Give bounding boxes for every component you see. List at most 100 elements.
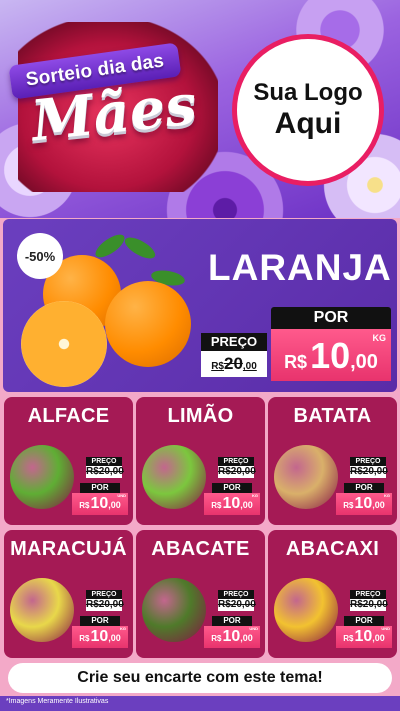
product-card: ABACATE PREÇO R$20,00 POR R$ 10 ,00 UND bbox=[136, 530, 265, 658]
old-price: R$20,00 bbox=[350, 599, 388, 611]
new-price-label: POR bbox=[80, 483, 120, 493]
orange-icon bbox=[105, 281, 191, 367]
price-unit: KG bbox=[372, 333, 387, 343]
old-price-label: PREÇO bbox=[86, 457, 122, 466]
new-price-dec: ,00 bbox=[240, 633, 253, 643]
product-name: ABACATE bbox=[151, 538, 250, 560]
new-price-label: POR bbox=[344, 483, 384, 493]
new-price-int: 10 bbox=[222, 495, 241, 512]
new-price: R$ 10 ,00 UND bbox=[204, 626, 260, 648]
new-price: R$ 10 ,00 UND bbox=[72, 493, 128, 515]
new-price-int: 10 bbox=[90, 628, 109, 645]
logo-line-1: Sua Logo bbox=[253, 79, 363, 107]
product-name: ABACAXI bbox=[285, 538, 380, 560]
new-price-dec: ,00 bbox=[108, 633, 121, 643]
old-price-box: PREÇO R$20,00 bbox=[86, 457, 124, 478]
leaf-icon bbox=[92, 230, 128, 262]
leaf-icon bbox=[121, 233, 159, 263]
new-price-int: 10 bbox=[354, 628, 373, 645]
orange-slice-icon bbox=[21, 301, 107, 387]
featured-product: -50% LARANJA PREÇO R$20,00 POR R$ 10 ,00… bbox=[3, 219, 397, 392]
disclaimer-text: *Imagens Meramente Ilustrativas bbox=[6, 698, 109, 705]
new-price-box: POR R$ 10 ,00 UND bbox=[72, 483, 128, 515]
new-price-box: POR R$ 10 ,00 UND bbox=[204, 616, 260, 648]
new-price-box: POR R$ 10 ,00 KG bbox=[72, 616, 128, 648]
old-price: R$20,00 bbox=[218, 599, 256, 611]
price-unit: UND bbox=[117, 493, 126, 498]
new-price-currency: R$ bbox=[343, 501, 354, 510]
old-price-box: PREÇO R$20,00 bbox=[201, 333, 267, 379]
discount-badge: -50% bbox=[17, 233, 63, 279]
new-price-dec: ,00 bbox=[372, 633, 385, 643]
logo-placeholder: Sua Logo Aqui bbox=[232, 34, 384, 186]
product-card: BATATA PREÇO R$20,00 POR R$ 10 ,00 KG bbox=[268, 397, 397, 525]
new-price-label: POR bbox=[271, 307, 391, 329]
product-name: BATATA bbox=[293, 405, 372, 427]
old-price-label: PREÇO bbox=[350, 590, 386, 599]
new-price-label: POR bbox=[344, 616, 384, 626]
header-banner: Sorteio dia das Mães Sua Logo Aqui bbox=[0, 0, 400, 218]
new-price-currency: R$ bbox=[211, 501, 222, 510]
new-price-currency: R$ bbox=[79, 501, 90, 510]
old-price: R$20,00 bbox=[218, 466, 256, 478]
product-image-icon bbox=[142, 578, 206, 642]
product-card: LIMÃO PREÇO R$20,00 POR R$ 10 ,00 KG bbox=[136, 397, 265, 525]
old-price-currency: R$ bbox=[211, 361, 224, 372]
old-price: R$20,00 bbox=[350, 466, 388, 478]
old-price-box: PREÇO R$20,00 bbox=[218, 457, 256, 478]
old-price-label: PREÇO bbox=[218, 457, 254, 466]
old-price: R$20,00 bbox=[86, 466, 124, 478]
new-price: R$ 10 ,00 UND bbox=[336, 626, 392, 648]
old-price: R$20,00 bbox=[201, 351, 267, 377]
new-price-int: 10 bbox=[222, 628, 241, 645]
product-name: LIMÃO bbox=[167, 405, 234, 427]
product-image-icon bbox=[274, 445, 338, 509]
product-image-icon bbox=[10, 578, 74, 642]
cta-button[interactable]: Crie seu encarte com este tema! bbox=[8, 663, 392, 693]
new-price-currency: R$ bbox=[343, 634, 354, 643]
new-price-dec: ,00 bbox=[108, 500, 121, 510]
product-card: MARACUJÁ PREÇO R$20,00 POR R$ 10 ,00 KG bbox=[4, 530, 133, 658]
product-name: MARACUJÁ bbox=[10, 538, 127, 560]
old-price-box: PREÇO R$20,00 bbox=[350, 590, 388, 611]
new-price-dec: ,00 bbox=[240, 500, 253, 510]
product-name: ALFACE bbox=[27, 405, 110, 427]
product-card: ALFACE PREÇO R$20,00 POR R$ 10 ,00 UND bbox=[4, 397, 133, 525]
new-price-box: POR R$ 10 ,00 UND bbox=[336, 616, 392, 648]
new-price-box: POR R$ 10 ,00 KG bbox=[271, 307, 391, 381]
product-card: ABACAXI PREÇO R$20,00 POR R$ 10 ,00 UND bbox=[268, 530, 397, 658]
price-unit: KG bbox=[384, 493, 390, 498]
old-price-box: PREÇO R$20,00 bbox=[218, 590, 256, 611]
new-price-dec: ,00 bbox=[350, 351, 378, 373]
new-price-box: POR R$ 10 ,00 KG bbox=[336, 483, 392, 515]
old-price-label: PREÇO bbox=[350, 457, 386, 466]
old-price: R$20,00 bbox=[86, 599, 124, 611]
price-unit: UND bbox=[381, 626, 390, 631]
new-price-int: 10 bbox=[310, 335, 351, 376]
price-unit: KG bbox=[252, 493, 258, 498]
new-price-currency: R$ bbox=[211, 634, 222, 643]
new-price-label: POR bbox=[212, 616, 252, 626]
old-price-label: PREÇO bbox=[201, 333, 267, 351]
featured-product-name: LARANJA bbox=[208, 247, 392, 288]
new-price-int: 10 bbox=[90, 495, 109, 512]
price-unit: KG bbox=[120, 626, 126, 631]
new-price-label: POR bbox=[212, 483, 252, 493]
new-price-label: POR bbox=[80, 616, 120, 626]
old-price-box: PREÇO R$20,00 bbox=[86, 590, 124, 611]
logo-line-2: Aqui bbox=[274, 106, 342, 140]
new-price-box: POR R$ 10 ,00 KG bbox=[204, 483, 260, 515]
old-price-label: PREÇO bbox=[86, 590, 122, 599]
product-image-icon bbox=[274, 578, 338, 642]
old-price-label: PREÇO bbox=[218, 590, 254, 599]
new-price-int: 10 bbox=[354, 495, 373, 512]
price-unit: UND bbox=[249, 626, 258, 631]
old-price-int: 20 bbox=[223, 354, 243, 373]
new-price-currency: R$ bbox=[284, 352, 308, 372]
new-price-currency: R$ bbox=[79, 634, 90, 643]
product-image-icon bbox=[10, 445, 74, 509]
new-price-dec: ,00 bbox=[372, 500, 385, 510]
old-price-dec: ,00 bbox=[242, 361, 257, 372]
new-price: R$ 10 ,00 KG bbox=[204, 493, 260, 515]
old-price-box: PREÇO R$20,00 bbox=[350, 457, 388, 478]
